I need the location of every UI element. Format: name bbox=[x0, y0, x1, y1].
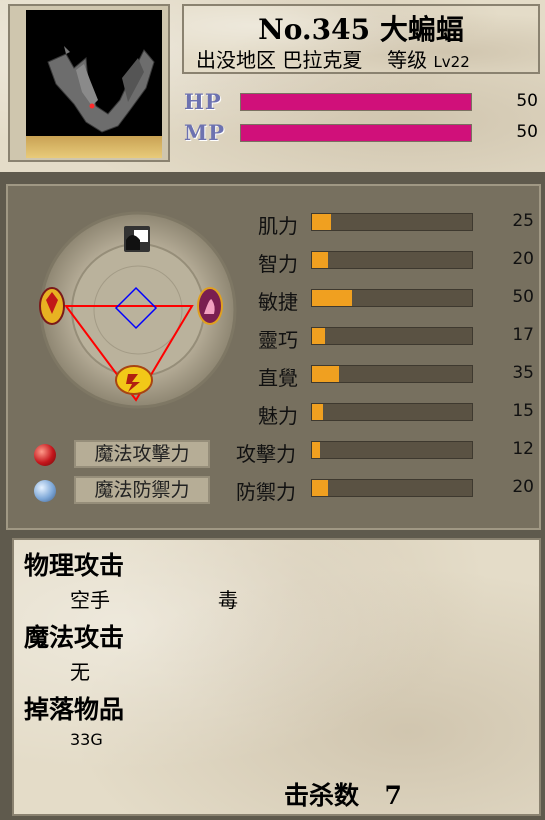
portrait-floor bbox=[26, 136, 162, 158]
stat-label: 魅力 bbox=[258, 404, 298, 428]
stat-value: 35 bbox=[512, 363, 534, 383]
monster-header: No.345 大蝙蝠 出没地区 巴拉克夏 等级 Lv22 HP 50 MP 50 bbox=[0, 0, 545, 172]
stat-bar bbox=[311, 289, 473, 307]
info-panel: No.345 大蝙蝠 出没地区 巴拉克夏 等级 Lv22 bbox=[182, 4, 540, 74]
drop-item: 33G bbox=[70, 730, 103, 749]
magic-attack-title: 魔法攻击 bbox=[24, 623, 125, 652]
lightning-icon bbox=[115, 365, 153, 395]
mp-bar bbox=[240, 124, 472, 142]
stat-value: 20 bbox=[512, 477, 534, 497]
zone-line: 出没地区 巴拉克夏 等级 Lv22 bbox=[196, 44, 470, 73]
stats-panel: 肌力 25 智力 20 敏捷 50 靈巧 17 直覺 35 魅力 15 攻擊力 12 防禦力 20 魔法攻擊力… bbox=[6, 184, 541, 530]
detail-panel: 物理攻击 空手 毒 魔法攻击 无 掉落物品 33G 击杀数 7 bbox=[12, 538, 541, 816]
stat-row: 肌力 25 bbox=[228, 210, 538, 238]
magic-item: 无 bbox=[70, 660, 90, 684]
stat-bar-fill bbox=[312, 442, 320, 458]
stat-label: 攻擊力 bbox=[236, 442, 296, 466]
stat-bar-fill bbox=[312, 290, 352, 306]
stat-bar bbox=[311, 251, 473, 269]
stat-bar-fill bbox=[312, 366, 340, 382]
stat-bar bbox=[311, 403, 473, 421]
hp-label: HP bbox=[184, 89, 222, 114]
stat-bar bbox=[311, 213, 473, 231]
stat-row: 敏捷 50 bbox=[228, 286, 538, 314]
stat-bar-fill bbox=[312, 252, 328, 268]
hp-value: 50 bbox=[516, 91, 538, 111]
stat-label: 敏捷 bbox=[258, 290, 298, 314]
stat-value: 15 bbox=[512, 401, 534, 421]
stat-value: 50 bbox=[512, 287, 534, 307]
mp-bar-fill bbox=[241, 125, 471, 141]
stat-bar-fill bbox=[312, 328, 325, 344]
shield-icon bbox=[39, 287, 65, 325]
mp-label: MP bbox=[184, 120, 226, 145]
stat-row: 智力 20 bbox=[228, 248, 538, 276]
physical-item: 空手 bbox=[70, 588, 110, 612]
stat-bar bbox=[311, 327, 473, 345]
stat-row: 攻擊力 12 bbox=[228, 438, 538, 466]
stat-bar bbox=[311, 441, 473, 459]
magic-attack-button[interactable]: 魔法攻擊力 bbox=[74, 440, 210, 468]
physical-attack-title: 物理攻击 bbox=[24, 551, 125, 580]
drop-items-title: 掉落物品 bbox=[24, 695, 125, 724]
hp-bar-fill bbox=[241, 94, 471, 110]
stat-label: 直覺 bbox=[258, 366, 298, 390]
red-orb-icon bbox=[34, 444, 56, 466]
stat-value: 17 bbox=[512, 325, 534, 345]
zone-label: 出没地区 bbox=[196, 48, 276, 72]
kill-count-label: 击杀数 bbox=[284, 781, 360, 810]
stat-row: 魅力 15 bbox=[228, 400, 538, 428]
stat-value: 20 bbox=[512, 249, 534, 269]
stat-label: 肌力 bbox=[258, 214, 298, 238]
stat-label: 靈巧 bbox=[258, 328, 298, 352]
stat-row: 防禦力 20 bbox=[228, 476, 538, 504]
fist-icon bbox=[124, 226, 150, 252]
physical-item: 毒 bbox=[218, 588, 238, 612]
mp-row: MP 50 bbox=[182, 120, 542, 146]
kill-count: 击杀数 7 bbox=[284, 776, 402, 812]
element-compass bbox=[39, 211, 237, 409]
stat-value: 25 bbox=[512, 211, 534, 231]
stat-label: 智力 bbox=[258, 252, 298, 276]
mp-value: 50 bbox=[516, 122, 538, 142]
stat-value: 12 bbox=[512, 439, 534, 459]
monster-title: No.345 大蝙蝠 bbox=[258, 13, 464, 46]
stat-bar-fill bbox=[312, 404, 324, 420]
kill-count-value: 7 bbox=[384, 781, 402, 810]
magic-defense-button[interactable]: 魔法防禦力 bbox=[74, 476, 210, 504]
zone-name: 巴拉克夏 bbox=[282, 48, 363, 72]
bat-portrait bbox=[26, 10, 162, 158]
stat-bar-fill bbox=[312, 480, 328, 496]
stat-bar bbox=[311, 479, 473, 497]
hp-row: HP 50 bbox=[182, 89, 542, 115]
level-label: 等级 bbox=[387, 48, 428, 72]
stat-label: 防禦力 bbox=[236, 480, 296, 504]
level-value: Lv22 bbox=[433, 53, 470, 71]
portrait-frame bbox=[8, 4, 170, 162]
hp-bar bbox=[240, 93, 472, 111]
stat-bar bbox=[311, 365, 473, 383]
stat-bar-fill bbox=[312, 214, 332, 230]
stat-row: 直覺 35 bbox=[228, 362, 538, 390]
blue-orb-icon bbox=[34, 480, 56, 502]
stat-row: 靈巧 17 bbox=[228, 324, 538, 352]
flame-icon bbox=[197, 287, 223, 325]
